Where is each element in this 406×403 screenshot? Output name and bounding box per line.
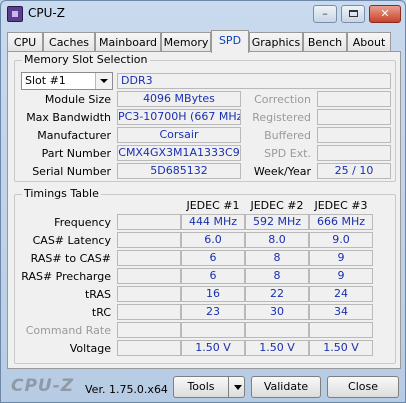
maximize-icon [348, 10, 358, 17]
tab-cpu[interactable]: CPU [7, 32, 43, 52]
frequency-jedec-2: 592 MHz [245, 214, 309, 230]
cpu-z-brand-logo: CPU-Z [11, 376, 75, 396]
voltage-extra-field [117, 340, 181, 356]
tab-memory[interactable]: Memory [161, 32, 211, 52]
tras-extra-field [117, 286, 181, 302]
cas-latency-extra-field [117, 232, 181, 248]
voltage-jedec-2: 1.50 V [245, 340, 309, 356]
tools-dropdown-arrow-icon[interactable] [228, 376, 245, 398]
chevron-down-icon[interactable] [95, 73, 112, 89]
max-bandwidth-field: PC3-10700H (667 MHz) [117, 109, 241, 125]
close-icon: ✕ [380, 7, 390, 20]
ras-to-cas-jedec-2: 8 [245, 250, 309, 266]
tab-caches[interactable]: Caches [43, 32, 95, 52]
spd-ext-label: SPD Ext. [264, 147, 311, 160]
module-size-field: 4096 MBytes [117, 91, 241, 107]
cas-latency-jedec-2: 8.0 [245, 232, 309, 248]
week-year-field: 25 / 10 [317, 163, 391, 179]
command-rate-jedec-2 [245, 322, 309, 338]
part-number-label: Part Number [41, 147, 111, 160]
tab-graphics[interactable]: Graphics [249, 32, 303, 52]
registered-field [317, 109, 391, 125]
window-title: CPU-Z [28, 6, 65, 20]
correction-field [317, 91, 391, 107]
ras-precharge-jedec-1: 6 [181, 268, 245, 284]
memory-slot-group: Memory Slot Selection Slot #1 DDR3 Modul… [14, 53, 396, 182]
trc-jedec-3: 34 [309, 304, 373, 320]
serial-number-field: 5D685132 [117, 163, 241, 179]
module-size-label: Module Size [44, 93, 111, 106]
tab-mainboard[interactable]: Mainboard [95, 32, 161, 52]
ras-to-cas-label: RAS# to CAS# [30, 252, 111, 265]
tras-jedec-2: 22 [245, 286, 309, 302]
serial-number-label: Serial Number [32, 165, 111, 178]
spd-ext-field [317, 145, 391, 161]
timings-group-title: Timings Table [22, 187, 101, 200]
tras-jedec-3: 24 [309, 286, 373, 302]
manufacturer-field: Corsair [117, 127, 241, 143]
tras-label: tRAS [84, 288, 111, 301]
ras-to-cas-extra-field [117, 250, 181, 266]
column-header-jedec-3: JEDEC #3 [314, 199, 368, 212]
minimize-icon: – [322, 7, 328, 20]
voltage-label: Voltage [69, 342, 111, 355]
tab-bench[interactable]: Bench [303, 32, 347, 52]
trc-extra-field [117, 304, 181, 320]
trc-jedec-2: 30 [245, 304, 309, 320]
cas-latency-label: CAS# Latency [32, 234, 111, 247]
timings-group: Timings Table JEDEC #1 JEDEC #2 JEDEC #3… [14, 187, 396, 364]
cas-latency-jedec-3: 9.0 [309, 232, 373, 248]
tab-about[interactable]: About [347, 32, 391, 52]
frequency-jedec-3: 666 MHz [309, 214, 373, 230]
tab-spd[interactable]: SPD [211, 30, 249, 53]
close-button[interactable]: Close [327, 376, 399, 398]
frequency-extra-field [117, 214, 181, 230]
voltage-jedec-3: 1.50 V [309, 340, 373, 356]
cas-latency-jedec-1: 6.0 [181, 232, 245, 248]
buffered-field [317, 127, 391, 143]
memory-type-field: DDR3 [117, 73, 391, 89]
title-bar[interactable]: CPU-Z – ✕ [1, 1, 405, 27]
cpu-z-app-icon [7, 6, 23, 22]
close-window-button[interactable]: ✕ [369, 5, 401, 23]
command-rate-jedec-3 [309, 322, 373, 338]
buffered-label: Buffered [264, 129, 311, 142]
maximize-button[interactable] [341, 5, 365, 23]
tab-strip: CPU Caches Mainboard Memory SPD Graphics… [7, 30, 401, 53]
command-rate-jedec-1 [181, 322, 245, 338]
cpu-z-window: CPU-Z – ✕ CPU Caches Mainboard Memory SP… [0, 0, 406, 403]
ras-precharge-jedec-2: 8 [245, 268, 309, 284]
ras-precharge-extra-field [117, 268, 181, 284]
command-rate-label: Command Rate [25, 324, 111, 337]
tools-button[interactable]: Tools [173, 376, 229, 398]
slot-select-value: Slot #1 [25, 74, 66, 87]
week-year-label: Week/Year [253, 165, 311, 178]
slot-select[interactable]: Slot #1 [21, 72, 113, 90]
ras-to-cas-jedec-3: 9 [309, 250, 373, 266]
voltage-jedec-1: 1.50 V [181, 340, 245, 356]
column-header-jedec-2: JEDEC #2 [250, 199, 304, 212]
ras-to-cas-jedec-1: 6 [181, 250, 245, 266]
part-number-field: CMX4GX3M1A1333C9 [117, 145, 241, 161]
validate-button[interactable]: Validate [251, 376, 321, 398]
trc-label: tRC [91, 306, 111, 319]
manufacturer-label: Manufacturer [37, 129, 111, 142]
frequency-label: Frequency [54, 216, 111, 229]
ras-precharge-jedec-3: 9 [309, 268, 373, 284]
version-label: Ver. 1.75.0.x64 [85, 383, 168, 396]
tras-jedec-1: 16 [181, 286, 245, 302]
spd-panel: Memory Slot Selection Slot #1 DDR3 Modul… [7, 51, 401, 369]
column-header-jedec-1: JEDEC #1 [186, 199, 240, 212]
frequency-jedec-1: 444 MHz [181, 214, 245, 230]
correction-label: Correction [254, 93, 311, 106]
ras-precharge-label: RAS# Precharge [21, 270, 111, 283]
trc-jedec-1: 23 [181, 304, 245, 320]
minimize-button[interactable]: – [313, 5, 337, 23]
command-rate-extra-field [117, 322, 181, 338]
registered-label: Registered [252, 111, 311, 124]
max-bandwidth-label: Max Bandwidth [26, 111, 111, 124]
memory-slot-group-title: Memory Slot Selection [22, 53, 150, 66]
